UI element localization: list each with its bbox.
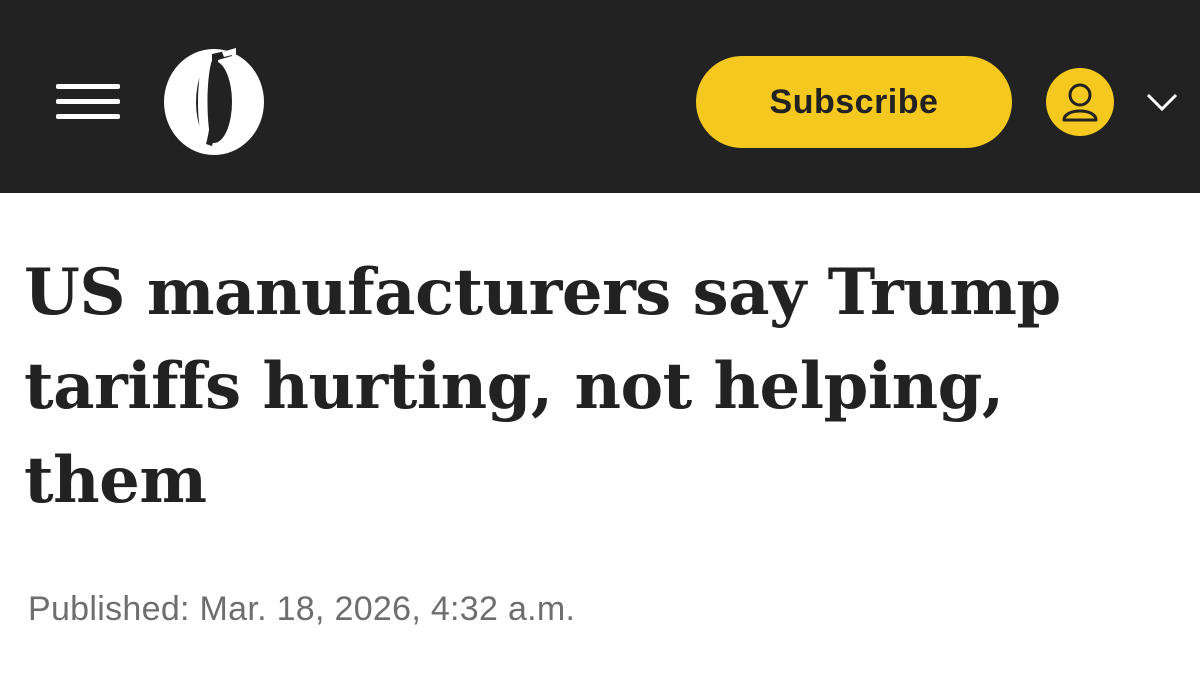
oregonian-o-logo-icon	[164, 48, 264, 155]
account-menu[interactable]	[1046, 68, 1186, 136]
user-icon	[1062, 83, 1098, 122]
publish-date: Published: Mar. 18, 2026, 4:32 a.m.	[28, 590, 576, 628]
user-avatar-icon[interactable]	[1046, 68, 1114, 136]
menu-line	[56, 114, 120, 119]
menu-line	[56, 84, 120, 89]
chevron-down-icon[interactable]	[1144, 90, 1180, 114]
subscribe-button[interactable]: Subscribe	[696, 56, 1012, 148]
site-header: Subscribe	[0, 0, 1200, 193]
menu-line	[56, 99, 120, 104]
hamburger-menu-icon[interactable]	[52, 78, 126, 126]
site-logo[interactable]	[160, 46, 268, 158]
article-headline: US manufacturers say Trump tariffs hurti…	[24, 255, 1061, 518]
